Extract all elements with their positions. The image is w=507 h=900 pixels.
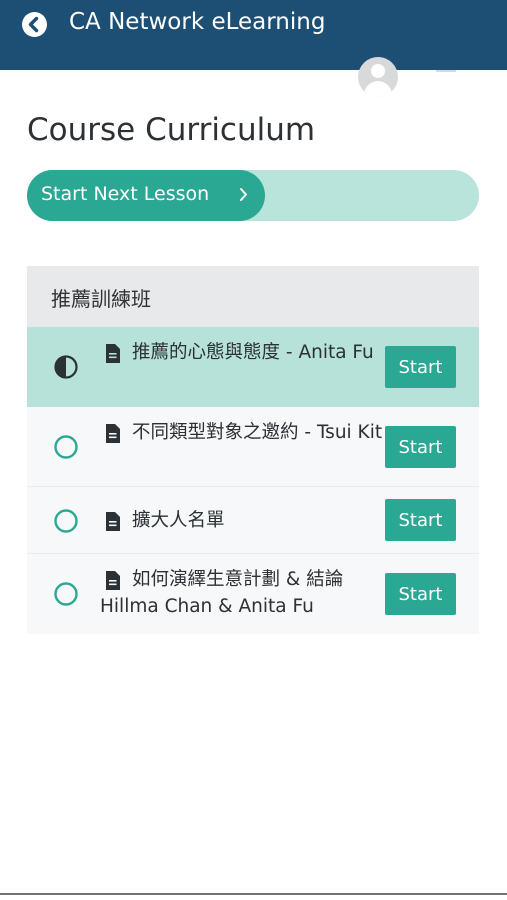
start-lesson-button[interactable]: Start [385,573,456,615]
start-lesson-button[interactable]: Start [385,499,456,541]
menu-icon[interactable] [436,70,456,74]
section-header: 推薦訓練班 [27,266,479,327]
start-next-lesson-button[interactable]: Start Next Lesson [27,170,265,221]
app-title: CA Network eLearning [69,9,326,35]
circle-outline-icon [54,509,78,533]
start-lesson-button[interactable]: Start [385,426,456,468]
chevron-right-icon [240,188,247,201]
menu-icon-bar [436,70,456,72]
lesson-title: 擴大人名單 [132,510,225,531]
bottom-divider [0,893,507,895]
circle-outline-icon [54,435,78,459]
start-lesson-button[interactable]: Start [385,346,456,388]
section-title: 推薦訓練班 [51,287,151,311]
avatar-head [371,64,385,78]
lesson-title: 如何演繹生意計劃 & 結論 Hillma Chan & Anita Fu [100,569,344,617]
lesson-item[interactable]: 如何演繹生意計劃 & 結論 Hillma Chan & Anita Fu Sta… [27,554,479,634]
lesson-title: 推薦的心態與態度 - Anita Fu [132,342,374,363]
back-icon[interactable] [22,12,47,37]
curriculum-section: 推薦訓練班 推薦的心態與態度 - Anita Fu Start 不同類型對象之邀… [27,266,479,634]
lesson-title: 不同類型對象之邀約 - Tsui Kit [132,422,383,443]
circle-outline-icon [54,582,78,606]
start-next-lesson-label: Start Next Lesson [41,183,210,205]
page-title: Course Curriculum [27,112,316,148]
app-header: CA Network eLearning [0,0,507,70]
lesson-item[interactable]: 擴大人名單 Start [27,487,479,554]
lesson-item[interactable]: 不同類型對象之邀約 - Tsui Kit Start [27,407,479,487]
avatar-body [364,81,392,97]
lesson-item[interactable]: 推薦的心態與態度 - Anita Fu Start [27,327,479,407]
half-progress-icon [54,355,78,379]
avatar[interactable] [358,57,398,97]
